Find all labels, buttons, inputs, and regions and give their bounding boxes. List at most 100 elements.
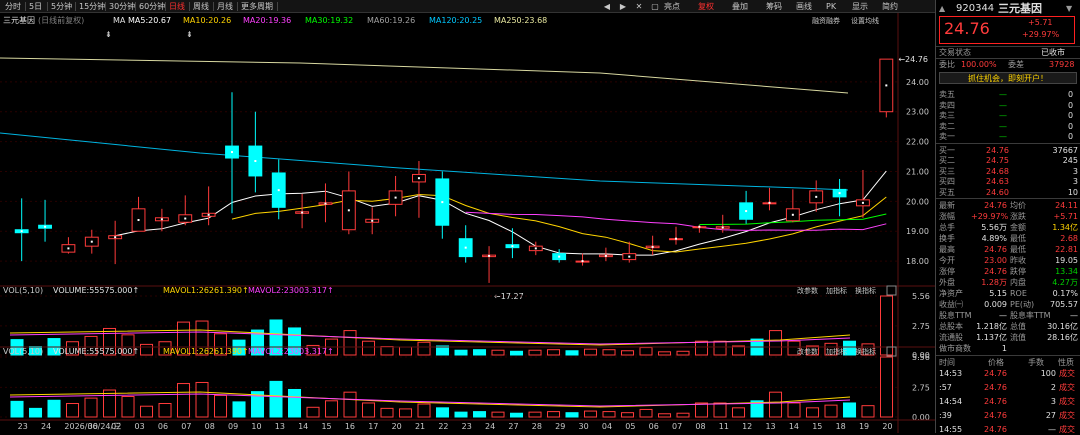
- stock-code: 920344: [956, 3, 995, 14]
- stat-label: 净资产: [939, 289, 963, 298]
- tool-button-2[interactable]: 叠加: [730, 1, 750, 12]
- candle-marker: [651, 245, 654, 248]
- indicator-tool-link[interactable]: 改参数: [797, 286, 818, 295]
- stat-label: 股息TTM: [939, 311, 972, 320]
- volume-bar: [806, 407, 820, 418]
- candle-marker: [137, 219, 140, 222]
- period-tab-6[interactable]: 日线: [167, 1, 187, 12]
- ma-settings-link[interactable]: 设置均线: [851, 16, 879, 25]
- tool-button-6[interactable]: 显示: [850, 1, 870, 12]
- indicator-tool-link[interactable]: 换指标: [855, 286, 876, 295]
- volume-bar: [195, 381, 209, 418]
- stat-value: 705.57: [1050, 300, 1078, 309]
- stat-label: 收益㈠: [939, 300, 963, 309]
- order-book-price: —: [999, 111, 1007, 120]
- tool-button-7[interactable]: 简约: [880, 1, 900, 12]
- quote-row: 买一 24.76 37667: [936, 145, 1080, 156]
- order-book-label: 买一: [939, 145, 955, 155]
- order-book-volume: 0: [1068, 100, 1074, 110]
- open-account-banner[interactable]: 抓住机会，即刻开户！: [939, 72, 1077, 84]
- tool-button-3[interactable]: 筹码: [764, 1, 784, 12]
- period-tab-5[interactable]: 60分钟: [137, 1, 167, 12]
- stat-label: 涨幅: [939, 212, 955, 221]
- indicator-tool-link[interactable]: 加指标: [826, 347, 847, 356]
- period-tab-9[interactable]: 更多周期: [239, 1, 275, 12]
- window-icon[interactable]: ▢: [648, 1, 662, 12]
- next-icon[interactable]: ▶: [616, 1, 630, 12]
- stat-value: 1.218亿: [976, 322, 1007, 331]
- period-tab-8[interactable]: 月线: [215, 1, 235, 12]
- toolbar-divider: [135, 2, 136, 11]
- indicator-tool-link[interactable]: 加指标: [826, 286, 847, 295]
- quote-row: 卖二 — 0: [936, 121, 1080, 132]
- tool-button-0[interactable]: 亮点: [662, 1, 682, 12]
- candle-marker: [511, 245, 514, 248]
- close-panel-icon[interactable]: [886, 285, 897, 296]
- toolbar-divider: [47, 2, 48, 11]
- candle-marker: [301, 211, 304, 214]
- indicator-tool-link[interactable]: 换指标: [855, 347, 876, 356]
- ma-value: MA20:19.36: [243, 16, 291, 25]
- stat-label: 流通股: [939, 333, 963, 342]
- x-tick-label: 13: [765, 422, 775, 431]
- stat-label: 均价: [1010, 201, 1026, 210]
- quote-row: 总股本 1.218亿 总值 30.16亿: [936, 321, 1080, 332]
- divider: [936, 198, 1080, 199]
- x-tick-label: 21: [415, 422, 425, 431]
- volume-bar: [695, 402, 709, 418]
- x-tick-label: 06: [158, 422, 168, 431]
- candle-marker: [885, 84, 888, 87]
- tool-button-1[interactable]: 复权: [696, 1, 716, 12]
- stat-value: 4.27万: [1052, 278, 1078, 287]
- stat-value: 22.81: [1055, 245, 1078, 254]
- chart-title: 三元基因: [3, 15, 35, 25]
- volume-bar: [66, 403, 80, 418]
- volume-bar: [565, 412, 579, 418]
- period-tab-2[interactable]: 5分钟: [49, 1, 74, 12]
- indicator-tool-link[interactable]: 改参数: [797, 347, 818, 356]
- stat-value: 0.17%: [1052, 289, 1078, 298]
- period-tab-4[interactable]: 30分钟: [107, 1, 137, 12]
- margin-trading-link[interactable]: 融资融券: [812, 16, 840, 25]
- x-tick-label: 14: [298, 422, 308, 431]
- volume-legend: MAVOL1:26261.390↑: [163, 347, 249, 356]
- volume-bar: [436, 407, 450, 418]
- period-tab-0[interactable]: 分时: [3, 1, 23, 12]
- tick-header: 手数: [1028, 358, 1044, 367]
- order-book-label: 卖二: [939, 121, 955, 131]
- volume-bar: [510, 350, 524, 356]
- x-tick-label: 24: [485, 422, 495, 431]
- volume-bar: [473, 349, 487, 356]
- x-tick-label: 08: [695, 422, 705, 431]
- ma-label: MA: [113, 16, 126, 25]
- x-tick-label: 07: [181, 422, 191, 431]
- candle-marker: [254, 160, 257, 163]
- quote-row: :39 24.76 27 成交: [936, 410, 1080, 421]
- order-book-volume: 0: [1068, 111, 1074, 120]
- stat-label: 金额: [1010, 223, 1026, 232]
- y-tick-label: 21.00: [906, 167, 929, 176]
- candle-marker: [67, 247, 70, 250]
- ma-value: MA250:23.68: [494, 16, 547, 25]
- volume-legend: VOLUME:55575.000↑: [53, 347, 139, 356]
- order-book-price: 24.76: [986, 145, 1009, 155]
- tick-time: 14:55: [939, 425, 963, 434]
- period-tab-1[interactable]: 5日: [27, 1, 44, 12]
- stat-label: 内盘: [1010, 278, 1026, 287]
- volume-bar: [103, 389, 117, 418]
- volume-tick-label: 5.56: [912, 353, 930, 362]
- x-tick-label: 29: [555, 422, 565, 431]
- tool-button-4[interactable]: 画线: [794, 1, 814, 12]
- candle-marker: [581, 260, 584, 263]
- period-tab-7[interactable]: 周线: [191, 1, 211, 12]
- tool-button-5[interactable]: PK: [824, 1, 838, 12]
- order-book-price: 24.60: [986, 187, 1009, 197]
- close-icon[interactable]: ✕: [632, 1, 646, 12]
- period-tab-3[interactable]: 15分钟: [77, 1, 107, 12]
- kline-chart[interactable]: 18.00 19.00 20.00 21.00 22.00 23.00 24.00 三元基因(…: [0, 13, 935, 433]
- stat-label: 流值: [1010, 333, 1026, 342]
- candle-marker: [745, 210, 748, 213]
- candle-marker: [394, 196, 397, 199]
- quote-row: 14:55 24.76 — 成交: [936, 424, 1080, 435]
- prev-icon[interactable]: ◀: [600, 1, 614, 12]
